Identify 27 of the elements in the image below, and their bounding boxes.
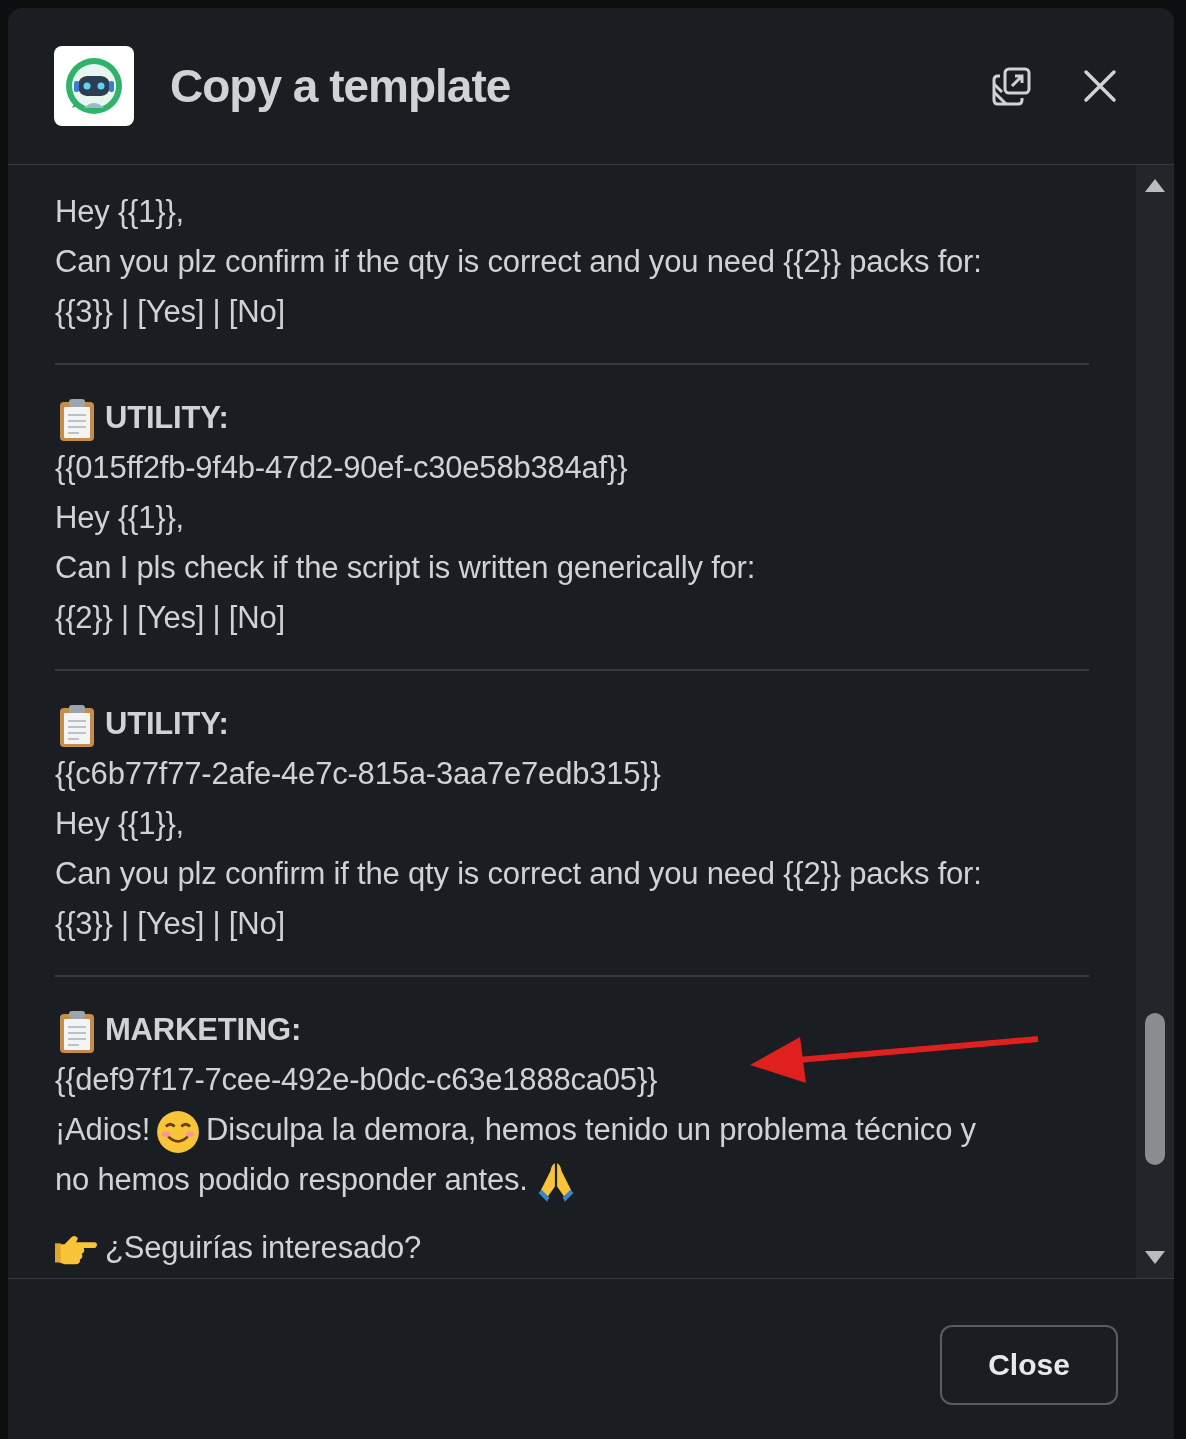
close-button[interactable]: Close xyxy=(940,1325,1118,1405)
scrollbar[interactable] xyxy=(1136,165,1174,1278)
dialog-title: Copy a template xyxy=(170,59,512,113)
template-text: ¿Seguirías interesado? xyxy=(105,1230,422,1265)
scroll-down-icon[interactable] xyxy=(1143,1250,1167,1266)
template-text: {{c6b77f77-2afe-4e7c-815a-3aa7e7edb315}} xyxy=(55,756,661,791)
template-text: Disculpa la demora, hemos tenido un problema técnico y xyxy=(206,1112,976,1147)
template-text: Hey {{1}}, xyxy=(55,806,184,841)
template-text: Hey {{1}}, xyxy=(55,500,184,535)
template-text: Can you plz confirm if the qty is correct and you need {{2}} packs for: xyxy=(55,856,982,891)
template-text: Can you plz confirm if the qty is correct and you need {{2}} packs for: xyxy=(55,244,982,279)
scrollbar-thumb[interactable] xyxy=(1145,1013,1165,1165)
template-text: {{3}} | [Yes] | [No] xyxy=(55,294,285,329)
smiling-face-icon xyxy=(156,1109,201,1154)
template-text: {{3}} | [Yes] | [No] xyxy=(55,906,285,941)
scroll-up-icon[interactable] xyxy=(1143,177,1167,193)
template-category: UTILITY: xyxy=(105,400,229,435)
template-category: UTILITY: xyxy=(105,706,229,741)
template-text: Hey {{1}}, xyxy=(55,194,184,229)
template-text: {{2}} | [Yes] | [No] xyxy=(55,600,285,635)
template-text: {{015ff2fb-9f4b-47d2-90ef-c30e58b384af}} xyxy=(55,450,628,485)
template-text: {{def97f17-7cee-492e-b0dc-c63e1888ca05}} xyxy=(55,1062,658,1097)
template-category: MARKETING: xyxy=(105,1012,302,1047)
robot-logo-icon xyxy=(54,46,134,126)
template-text: Can I pls check if the script is written generically for: xyxy=(55,550,756,585)
template-text: no hemos podido responder antes. xyxy=(55,1162,528,1197)
template-text: ¡Adios! xyxy=(55,1112,151,1147)
